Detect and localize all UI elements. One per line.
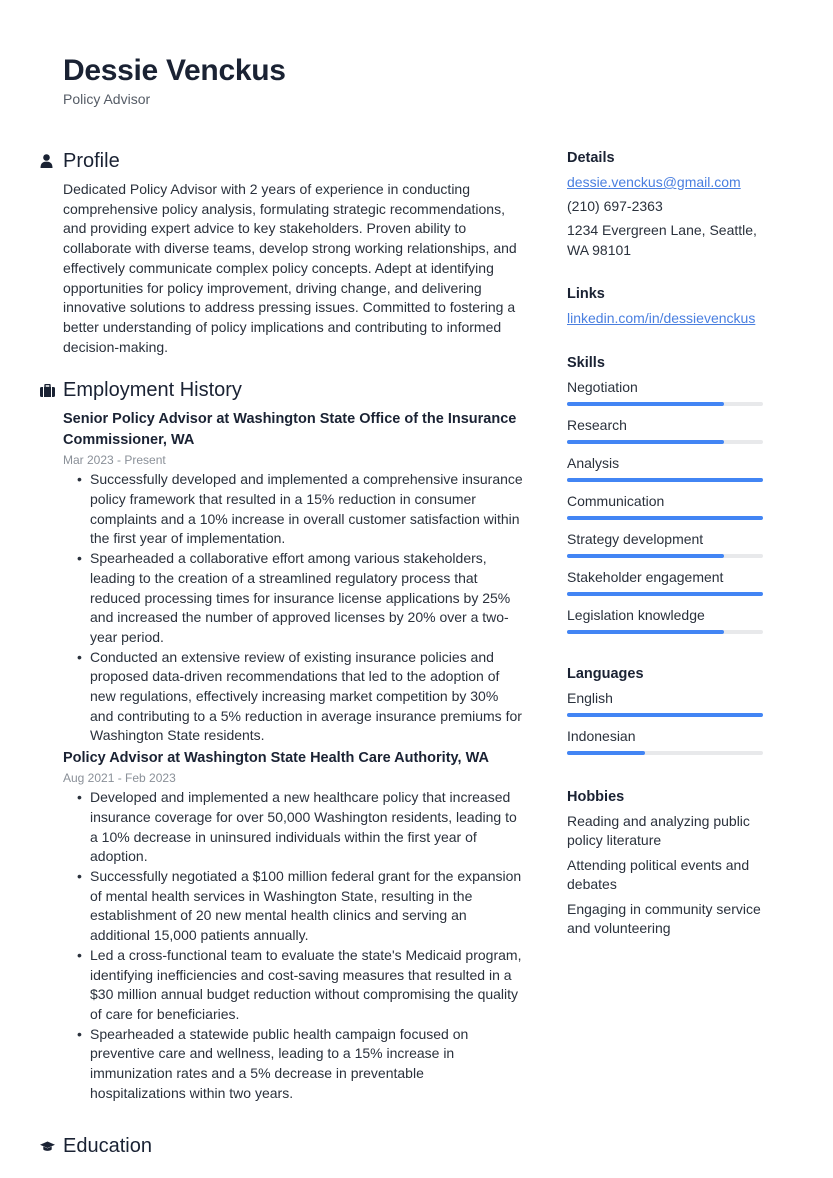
skills-section: Skills Negotiation Research Analysis Commun… <box>567 353 777 644</box>
language-item: English <box>567 689 777 727</box>
employment-section: Employment History Senior Policy Advisor… <box>38 375 523 1103</box>
skill-item-level-fill <box>567 440 724 444</box>
skill-item: Negotiation <box>567 378 777 416</box>
skill-item: Communication <box>567 492 777 530</box>
skill-item-level-bar <box>567 592 763 596</box>
section-title: Profile <box>63 150 120 172</box>
briefcase-icon <box>38 383 63 397</box>
hobby-item: Attending political events and debates <box>567 856 750 893</box>
job-dates: Mar 2023 - Present <box>63 453 166 468</box>
email-link[interactable]: dessie.venckus@gmail.com <box>567 174 741 190</box>
profile-heading: Profile <box>38 146 523 176</box>
skill-item-level-bar <box>567 440 763 444</box>
person-icon <box>38 154 63 168</box>
achievement-item: Led a cross-functional team to evaluate … <box>77 946 523 1025</box>
main-column: Profile Dedicated Policy Advisor with 2 … <box>38 146 523 1165</box>
candidate-name: Dessie Venckus <box>63 54 286 87</box>
achievement-item: Spearheaded a statewide public health ca… <box>77 1025 523 1104</box>
resume-header: Dessie Venckus Policy Advisor <box>63 52 286 108</box>
skill-item-label: Strategy development <box>567 530 704 547</box>
skill-item-level-fill <box>567 478 763 482</box>
achievement-item: Developed and implemented a new healthca… <box>77 788 523 867</box>
skill-item-level-bar <box>567 402 763 406</box>
achievement-item: Successfully negotiated a $100 million f… <box>77 867 523 946</box>
language-item: Indonesian <box>567 727 777 765</box>
address: 1234 Evergreen Lane, Seattle, WA 98101 <box>567 222 757 258</box>
hobbies-heading: Hobbies <box>567 788 625 805</box>
job-achievements: Developed and implemented a new healthca… <box>63 788 523 1103</box>
details-heading: Details <box>567 150 615 166</box>
skill-item-level-fill <box>567 516 763 520</box>
hobbies-section: Hobbies Reading and analyzing public pol… <box>567 787 777 939</box>
section-title: Education <box>63 1135 152 1158</box>
languages-heading: Languages <box>567 665 644 682</box>
achievement-item: Successfully developed and implemented a… <box>77 470 523 549</box>
phone-number: (210) 697-2363 <box>567 198 663 214</box>
language-item-label: English <box>567 689 613 706</box>
linkedin-link[interactable]: linkedin.com/in/dessievenckus <box>567 310 755 326</box>
links-section: Links linkedin.com/in/dessievenckus <box>567 284 777 329</box>
skill-item: Analysis <box>567 454 777 492</box>
skill-item-level-bar <box>567 554 763 558</box>
education-section: Education <box>38 1131 523 1161</box>
hobby-item: Engaging in community service and volunt… <box>567 900 761 937</box>
employment-heading: Employment History <box>38 375 523 405</box>
skill-item-level-fill <box>567 630 724 634</box>
education-heading: Education <box>38 1131 523 1161</box>
achievement-item: Conducted an extensive review of existin… <box>77 648 523 747</box>
sidebar: Details dessie.venckus@gmail.com (210) 6… <box>567 148 777 963</box>
achievement-item: Spearheaded a collaborative effort among… <box>77 549 523 648</box>
language-item-label: Indonesian <box>567 727 636 744</box>
candidate-title: Policy Advisor <box>63 91 151 107</box>
skill-item-level-fill <box>567 402 724 406</box>
job-title: Policy Advisor at Washington State Healt… <box>63 750 489 767</box>
profile-section: Profile Dedicated Policy Advisor with 2 … <box>38 146 523 357</box>
skill-item-level-fill <box>567 554 724 558</box>
skill-item-label: Stakeholder engagement <box>567 568 724 585</box>
skill-item-label: Analysis <box>567 454 620 471</box>
job-achievements: Successfully developed and implemented a… <box>63 470 523 746</box>
skill-item-label: Research <box>567 416 627 433</box>
job-entry: Senior Policy Advisor at Washington Stat… <box>63 409 523 746</box>
language-item-level-bar <box>567 713 763 717</box>
skill-item: Legislation knowledge <box>567 606 777 644</box>
profile-summary: Dedicated Policy Advisor with 2 years of… <box>63 181 517 355</box>
language-item-level-fill <box>567 713 763 717</box>
language-item-level-bar <box>567 751 763 755</box>
skill-item-level-fill <box>567 592 763 596</box>
links-heading: Links <box>567 286 605 302</box>
language-item-level-fill <box>567 751 646 755</box>
details-section: Details dessie.venckus@gmail.com (210) 6… <box>567 148 777 260</box>
languages-section: Languages English Indonesian <box>567 664 777 765</box>
skill-item-label: Legislation knowledge <box>567 606 705 623</box>
skill-item: Research <box>567 416 777 454</box>
graduation-cap-icon <box>38 1141 63 1152</box>
hobby-item: Reading and analyzing public policy lite… <box>567 812 750 849</box>
skill-item-label: Communication <box>567 492 665 509</box>
job-title: Senior Policy Advisor at Washington Stat… <box>63 411 517 449</box>
skill-item-label: Negotiation <box>567 378 638 395</box>
job-entry: Policy Advisor at Washington State Healt… <box>63 748 523 1103</box>
skill-item-level-bar <box>567 630 763 634</box>
skills-heading: Skills <box>567 354 605 371</box>
skill-item-level-bar <box>567 516 763 520</box>
skill-item: Stakeholder engagement <box>567 568 777 606</box>
skill-item-level-bar <box>567 478 763 482</box>
job-dates: Aug 2021 - Feb 2023 <box>63 771 176 786</box>
section-title: Employment History <box>63 379 242 402</box>
skill-item: Strategy development <box>567 530 777 568</box>
